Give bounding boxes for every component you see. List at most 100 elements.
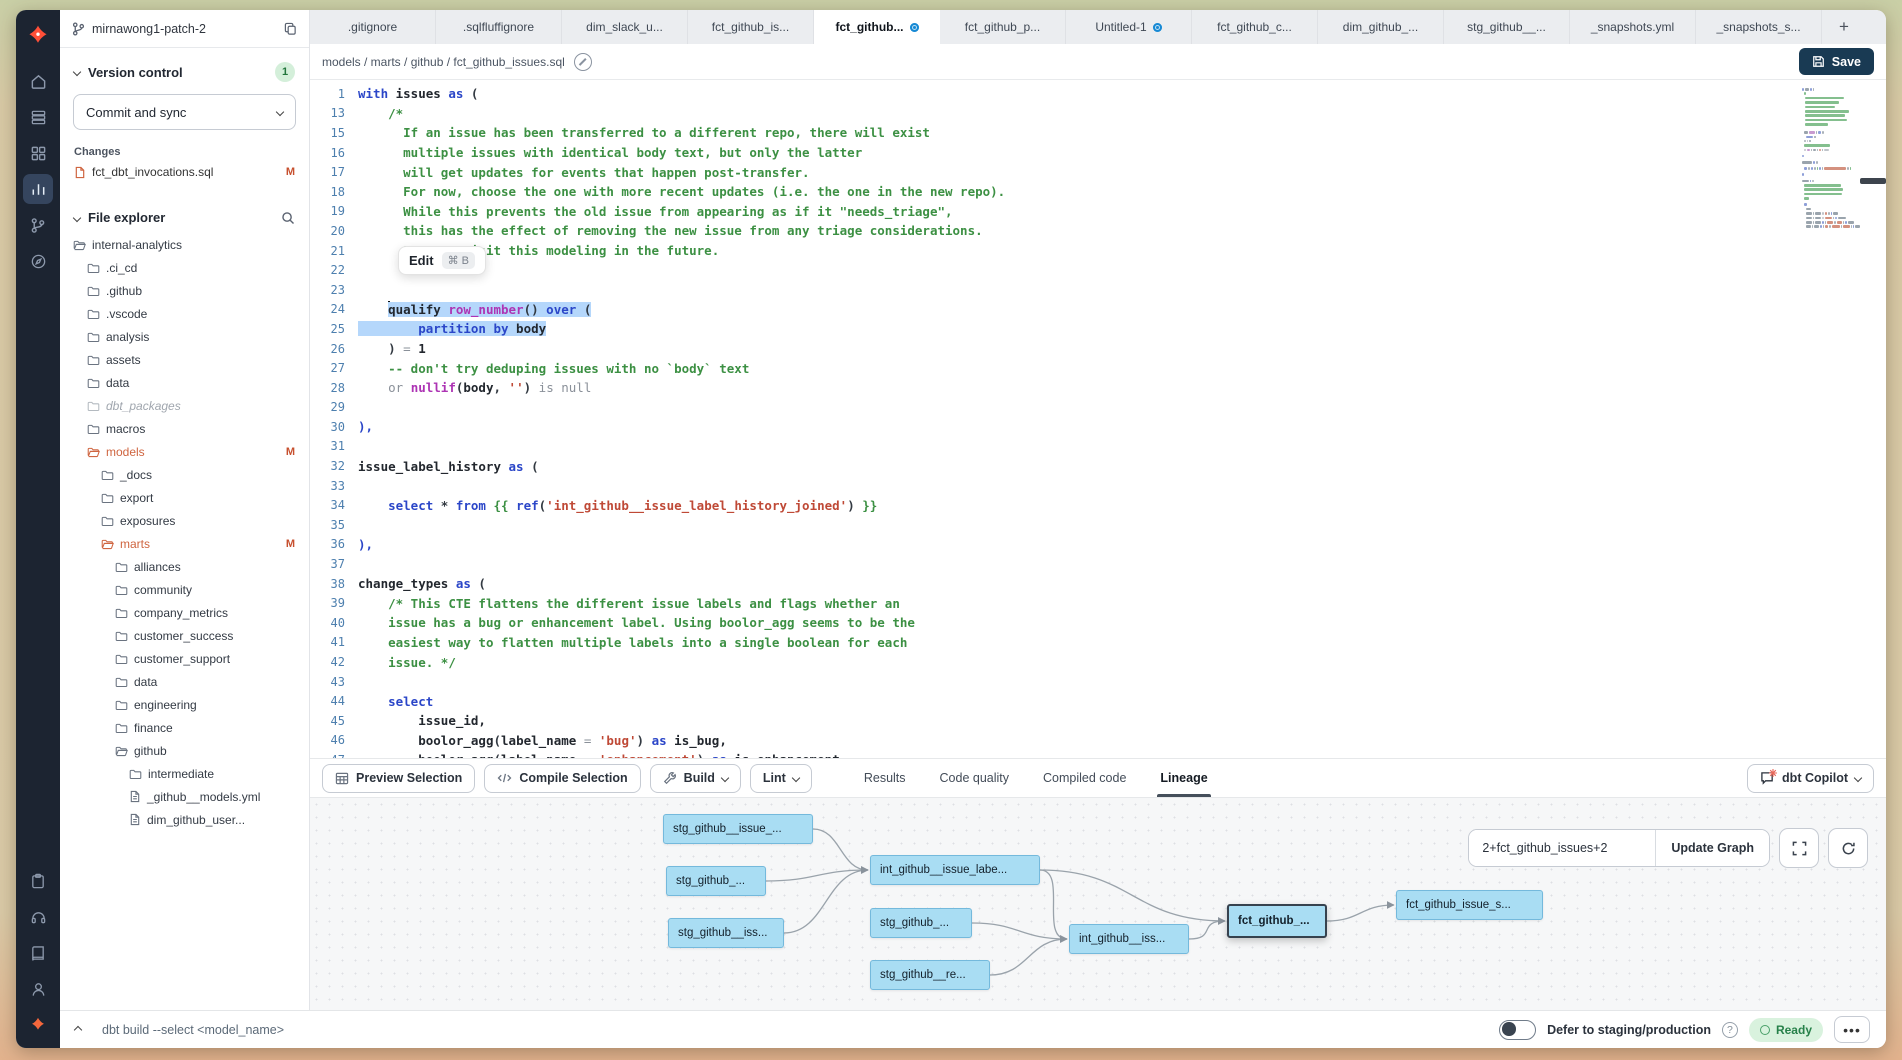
rail-item-apps[interactable]: [23, 138, 53, 168]
version-control-header[interactable]: Version control 1: [60, 48, 309, 88]
tree-item[interactable]: martsM: [60, 532, 309, 555]
tree-item-label: models: [106, 445, 145, 459]
lineage-node[interactable]: stg_github_...: [870, 908, 972, 938]
lineage-filter-input[interactable]: [1469, 830, 1655, 866]
tree-item[interactable]: dbt_packages: [60, 394, 309, 417]
result-tab-lineage[interactable]: Lineage: [1143, 759, 1224, 797]
tree-item[interactable]: export: [60, 486, 309, 509]
preview-selection-button[interactable]: Preview Selection: [322, 764, 475, 793]
tree-item[interactable]: macros: [60, 417, 309, 440]
fullscreen-icon[interactable]: [1779, 828, 1819, 868]
tree-item[interactable]: _github__models.yml: [60, 785, 309, 808]
editor-tab[interactable]: fct_github_is...: [688, 10, 814, 44]
copilot-chat-icon: [1760, 771, 1775, 785]
tree-item[interactable]: .github: [60, 279, 309, 302]
tree-item[interactable]: internal-analytics: [60, 233, 309, 256]
collapse-panel-icon[interactable]: [60, 1011, 96, 1048]
line-number: 1: [310, 87, 358, 101]
tree-item[interactable]: models M: [60, 440, 309, 463]
editor-tab[interactable]: fct_github...: [814, 10, 940, 44]
rail-item-compass[interactable]: [23, 246, 53, 276]
copy-branch-icon[interactable]: [284, 22, 297, 36]
save-button[interactable]: Save: [1799, 48, 1874, 75]
editor-tab[interactable]: Untitled-1: [1066, 10, 1192, 44]
tree-item[interactable]: _docs: [60, 463, 309, 486]
new-tab-button[interactable]: +: [1822, 10, 1866, 44]
tree-item[interactable]: dim_github_user...: [60, 808, 309, 831]
rail-item-profile[interactable]: [23, 974, 53, 1004]
lint-button[interactable]: Lint: [750, 764, 812, 793]
tree-item[interactable]: data: [60, 670, 309, 693]
lineage-node[interactable]: stg_github__iss...: [668, 918, 784, 948]
tree-item[interactable]: .ci_cd: [60, 256, 309, 279]
refresh-icon[interactable]: [1828, 828, 1868, 868]
edit-tooltip[interactable]: Edit ⌘ B: [398, 246, 486, 275]
editor-tab[interactable]: _snapshots.yml: [1570, 10, 1696, 44]
editor-tab[interactable]: stg_github__...: [1444, 10, 1570, 44]
tree-item[interactable]: .vscode: [60, 302, 309, 325]
rail-item-git-branch[interactable]: [23, 210, 53, 240]
tree-item[interactable]: github: [60, 739, 309, 762]
update-graph-button[interactable]: Update Graph: [1655, 830, 1769, 866]
lineage-node[interactable]: fct_github_...: [1227, 904, 1327, 938]
tree-item[interactable]: customer_support: [60, 647, 309, 670]
build-button[interactable]: Build: [650, 764, 741, 793]
clipboard-icon: [30, 873, 46, 890]
scrollbar-thumb[interactable]: [1860, 178, 1886, 184]
code-text: will get updates for events that happen …: [358, 165, 810, 180]
rail-item-dbt-logo[interactable]: [23, 20, 53, 50]
lineage-node[interactable]: stg_github_...: [666, 866, 766, 896]
editor-tab[interactable]: .gitignore: [310, 10, 436, 44]
help-icon[interactable]: ?: [1722, 1022, 1738, 1038]
folder-icon: [115, 561, 128, 573]
tree-item[interactable]: customer_success: [60, 624, 309, 647]
tree-item[interactable]: company_metrics: [60, 601, 309, 624]
modified-badge: M: [286, 446, 295, 458]
tree-item[interactable]: engineering: [60, 693, 309, 716]
rail-item-headset[interactable]: [23, 902, 53, 932]
tree-item[interactable]: alliances: [60, 555, 309, 578]
tree-item[interactable]: assets: [60, 348, 309, 371]
rail-item-develop[interactable]: [23, 174, 53, 204]
lineage-node[interactable]: int_github__iss...: [1069, 924, 1189, 954]
editor-tab[interactable]: dim_slack_u...: [562, 10, 688, 44]
tree-item[interactable]: finance: [60, 716, 309, 739]
breadcrumb-link-icon[interactable]: [574, 53, 592, 71]
minimap-line: [1804, 92, 1860, 95]
changed-file-row[interactable]: fct_dbt_invocations.sql M: [60, 162, 309, 182]
result-tab-code-quality[interactable]: Code quality: [923, 759, 1027, 797]
editor-tab[interactable]: _snapshots_s...: [1696, 10, 1822, 44]
tree-item[interactable]: community: [60, 578, 309, 601]
editor-tab[interactable]: dim_github_...: [1318, 10, 1444, 44]
search-icon[interactable]: [281, 211, 295, 225]
lineage-node[interactable]: stg_github__issue_...: [663, 814, 813, 844]
lineage-node[interactable]: fct_github_issue_s...: [1396, 890, 1543, 920]
tree-item[interactable]: exposures: [60, 509, 309, 532]
result-tab-compiled-code[interactable]: Compiled code: [1026, 759, 1143, 797]
result-tab-results[interactable]: Results: [847, 759, 923, 797]
lineage-node[interactable]: int_github__issue_labe...: [870, 855, 1040, 885]
commit-and-sync-button[interactable]: Commit and sync: [73, 94, 296, 130]
editor-tab[interactable]: fct_github_p...: [940, 10, 1066, 44]
rail-item-warehouse[interactable]: [23, 102, 53, 132]
editor-tab[interactable]: fct_github_c...: [1192, 10, 1318, 44]
compile-selection-button[interactable]: Compile Selection: [484, 764, 640, 793]
tree-item[interactable]: data: [60, 371, 309, 394]
lineage-node[interactable]: stg_github__re...: [870, 960, 990, 990]
tree-item[interactable]: analysis: [60, 325, 309, 348]
folder-icon: [87, 423, 100, 435]
rail-item-home[interactable]: [23, 66, 53, 96]
defer-toggle[interactable]: [1499, 1020, 1536, 1040]
rail-item-book[interactable]: [23, 938, 53, 968]
more-options-button[interactable]: •••: [1834, 1016, 1870, 1043]
tree-item[interactable]: intermediate: [60, 762, 309, 785]
dbt-copilot-button[interactable]: dbt Copilot: [1747, 764, 1874, 793]
rail-item-clipboard[interactable]: [23, 866, 53, 896]
minimap[interactable]: [1802, 88, 1860, 230]
file-explorer-header[interactable]: File explorer: [60, 196, 309, 231]
rail-item-dbt-flame[interactable]: [23, 1010, 53, 1040]
editor-tab[interactable]: .sqlfluffignore: [436, 10, 562, 44]
code-editor[interactable]: Edit ⌘ B 1with issues as (13 /*15 If an …: [310, 80, 1886, 758]
code-text: For now, choose the one with more recent…: [358, 184, 1005, 199]
dbt-command-input[interactable]: [96, 1023, 1499, 1037]
